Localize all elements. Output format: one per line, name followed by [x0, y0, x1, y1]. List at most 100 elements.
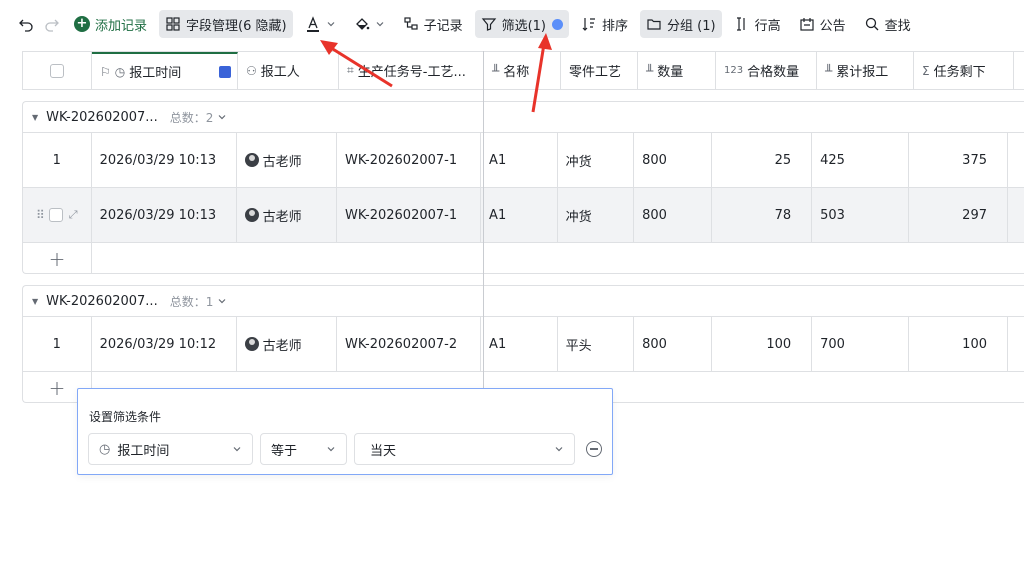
filter-label: 筛选(1): [501, 18, 547, 34]
column-label: 名称: [503, 65, 530, 80]
cell-name[interactable]: A1: [481, 133, 558, 187]
cell-user[interactable]: 古老师: [237, 133, 338, 187]
expand-icon[interactable]: ⤢: [69, 208, 78, 222]
group-header[interactable]: ▼ WK-202602007... 总数：2: [23, 102, 1024, 133]
cell-name[interactable]: A1: [481, 317, 558, 371]
column-label: 零件工艺: [569, 65, 622, 80]
filter-field-value: 报工时间: [117, 443, 170, 459]
collapse-triangle-icon[interactable]: ▼: [32, 297, 38, 306]
cell-time[interactable]: 2026/03/29 10:12: [92, 317, 237, 371]
table-row[interactable]: 1 2026/03/29 10:13 古老师 WK-202602007-1 A1…: [23, 133, 1024, 188]
chevron-down-icon[interactable]: [217, 112, 227, 122]
cell-time[interactable]: 2026/03/29 10:13: [92, 188, 237, 242]
announce-button[interactable]: 公告: [793, 10, 852, 38]
cell-name[interactable]: A1: [481, 188, 558, 242]
sub-record-icon: [403, 16, 419, 32]
cell-pass[interactable]: 78: [712, 188, 813, 242]
table-row[interactable]: ⠿ ⤢ 2026/03/29 10:13 古老师 WK-202602007-1 …: [23, 188, 1024, 243]
chevron-down-icon: [327, 447, 335, 452]
chevron-down-icon: [327, 22, 335, 27]
clock-icon: ◷: [114, 64, 126, 79]
search-icon: [864, 16, 880, 32]
cell-user[interactable]: 古老师: [237, 188, 338, 242]
checkbox-icon: [50, 63, 64, 78]
cell-qty[interactable]: 800: [634, 317, 712, 371]
column-header-process[interactable]: 零件工艺: [561, 52, 638, 89]
sub-record-button[interactable]: 子记录: [397, 10, 469, 38]
cell-task[interactable]: WK-202602007-1: [337, 188, 482, 242]
column-header-time[interactable]: ⚐ ◷ 报工时间: [92, 52, 238, 89]
plus-circle-icon: +: [74, 16, 90, 32]
row-index: 1: [23, 133, 92, 187]
group-name: WK-202602007...: [46, 109, 158, 125]
column-header-task[interactable]: ⌗ 生产任务号-工艺...: [339, 52, 484, 89]
number-field-icon: 123: [724, 65, 744, 76]
filter-operator-value: 等于: [271, 443, 298, 459]
filter-value-select[interactable]: 当天: [354, 433, 575, 465]
field-management-button[interactable]: 字段管理(6 隐藏): [159, 10, 293, 38]
row-height-button[interactable]: 行高: [728, 10, 787, 38]
row-checkbox[interactable]: [48, 208, 63, 222]
cell-remaining[interactable]: 100: [909, 317, 1008, 371]
filter-field-select[interactable]: ◷ 报工时间: [88, 433, 253, 465]
column-header-remaining[interactable]: Σ 任务剩下: [914, 52, 1014, 89]
avatar: [244, 153, 259, 167]
row-height-label: 行高: [754, 18, 781, 34]
remove-condition-icon[interactable]: [586, 441, 602, 457]
text-color-button[interactable]: [299, 10, 342, 38]
field-management-label: 字段管理(6 隐藏): [186, 18, 287, 34]
fill-color-button[interactable]: [348, 10, 391, 38]
cell-time[interactable]: 2026/03/29 10:13: [92, 133, 237, 187]
cell-task[interactable]: WK-202602007-1: [337, 133, 482, 187]
cell-filler: [1008, 317, 1024, 371]
cell-qty[interactable]: 800: [634, 188, 712, 242]
select-all-checkbox[interactable]: [23, 52, 92, 89]
announce-icon: [799, 16, 815, 32]
cell-task[interactable]: WK-202602007-2: [337, 317, 482, 371]
cell-pass[interactable]: 100: [712, 317, 813, 371]
group-header[interactable]: ▼ WK-202602007... 总数：1: [23, 286, 1024, 317]
cell-process[interactable]: 平头: [558, 317, 635, 371]
fill-color-icon: [354, 16, 370, 32]
cell-process[interactable]: 冲货: [558, 188, 635, 242]
sort-label: 排序: [602, 18, 629, 34]
collapse-triangle-icon[interactable]: ▼: [32, 113, 38, 122]
filter-operator-select[interactable]: 等于: [260, 433, 347, 465]
cell-remaining[interactable]: 297: [909, 188, 1008, 242]
cell-remaining[interactable]: 375: [909, 133, 1008, 187]
cell-qty[interactable]: 800: [634, 133, 712, 187]
filter-button[interactable]: 筛选(1): [474, 10, 570, 38]
column-header-qty[interactable]: ╨ 数量: [638, 52, 716, 89]
cell-filler: [1008, 188, 1024, 242]
frozen-column-divider[interactable]: [483, 51, 484, 403]
sort-icon: [581, 16, 597, 32]
undo-icon: [18, 16, 34, 32]
cell-cumulative[interactable]: 700: [812, 317, 909, 371]
sort-button[interactable]: 排序: [575, 10, 634, 38]
table-row[interactable]: 1 2026/03/29 10:12 古老师 WK-202602007-2 A1…: [23, 317, 1024, 372]
cell-process[interactable]: 冲货: [558, 133, 635, 187]
column-label: 生产任务号-工艺...: [357, 65, 466, 80]
column-header-user[interactable]: ⚇ 报工人: [238, 52, 339, 89]
column-header-pass[interactable]: 123 合格数量: [716, 52, 817, 89]
cell-pass[interactable]: 25: [712, 133, 813, 187]
avatar: [244, 337, 259, 351]
add-record-button[interactable]: + 添加记录: [68, 10, 153, 38]
cell-user[interactable]: 古老师: [237, 317, 338, 371]
undo-button[interactable]: [14, 10, 38, 38]
group-button[interactable]: 分组 (1): [640, 10, 722, 38]
cell-cumulative[interactable]: 425: [812, 133, 909, 187]
search-button[interactable]: 查找: [858, 10, 917, 38]
chevron-down-icon[interactable]: [217, 296, 227, 306]
group-count: 总数：2: [169, 110, 214, 125]
chevron-down-icon: [555, 447, 563, 452]
column-header-cumulative[interactable]: ╨ 累计报工: [817, 52, 914, 89]
drag-handle-icon[interactable]: ⠿: [36, 208, 45, 222]
user-name: 古老师: [262, 209, 302, 225]
cell-filler: [1008, 133, 1024, 187]
cell-cumulative[interactable]: 503: [812, 188, 909, 242]
column-header-name[interactable]: ╨ 名称: [484, 52, 561, 89]
add-row-plus-icon[interactable]: +: [23, 243, 92, 274]
redo-button[interactable]: [40, 10, 64, 38]
add-row[interactable]: +: [23, 243, 1024, 274]
